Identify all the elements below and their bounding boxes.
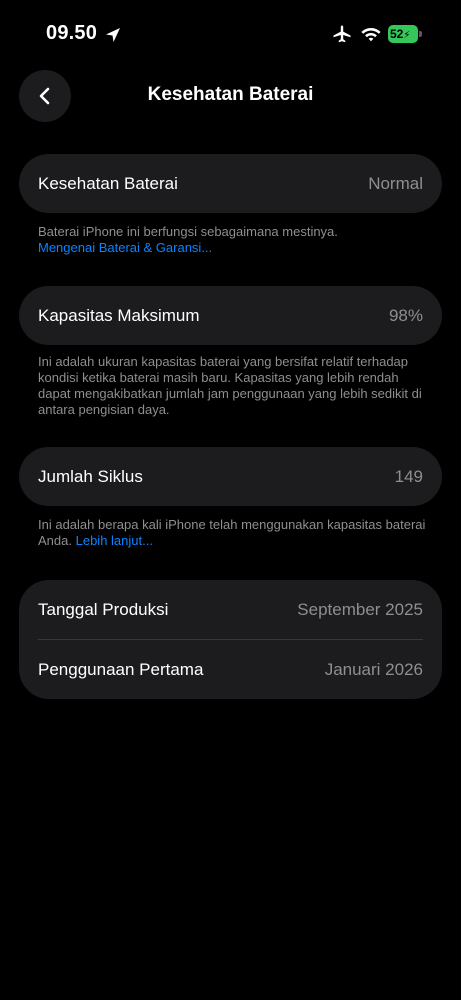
- first-use-value: Januari 2026: [324, 659, 423, 679]
- manufacture-date-label: Tanggal Produksi: [38, 599, 169, 619]
- battery-cap: [419, 31, 422, 37]
- battery-level: 52⚡: [388, 25, 418, 43]
- airplane-icon: [332, 24, 352, 44]
- location-arrow-icon: [104, 26, 122, 44]
- cycle-count-label: Jumlah Siklus: [38, 466, 143, 486]
- first-use-label: Penggunaan Pertama: [38, 659, 204, 679]
- status-bar: 09.50 52⚡: [0, 0, 461, 70]
- battery-health-row[interactable]: Kesehatan Baterai Normal: [19, 154, 442, 213]
- cycle-count-value: 149: [394, 466, 423, 486]
- battery-health-footnote: Baterai iPhone ini berfungsi sebagaimana…: [38, 224, 428, 256]
- battery-health-value: Normal: [368, 173, 423, 193]
- battery-health-card[interactable]: Kesehatan Baterai Normal: [19, 154, 442, 213]
- learn-more-link[interactable]: Lebih lanjut...: [76, 533, 153, 548]
- manufacture-date-row: Tanggal Produksi September 2025: [19, 580, 442, 639]
- battery-warranty-link[interactable]: Mengenai Baterai & Garansi...: [38, 240, 428, 256]
- status-time: 09.50: [46, 22, 98, 44]
- cycle-count-row: Jumlah Siklus 149: [19, 447, 442, 506]
- first-use-row: Penggunaan Pertama Januari 2026: [19, 640, 442, 699]
- maximum-capacity-row: Kapasitas Maksimum 98%: [19, 286, 442, 345]
- battery-health-label: Kesehatan Baterai: [38, 173, 178, 193]
- maximum-capacity-value: 98%: [388, 305, 423, 325]
- page-title: Kesehatan Baterai: [147, 84, 314, 105]
- battery-dates-card: Tanggal Produksi September 2025 Pengguna…: [19, 580, 442, 699]
- cycle-count-footnote: Ini adalah berapa kali iPhone telah meng…: [38, 517, 428, 549]
- wifi-icon: [360, 25, 382, 43]
- maximum-capacity-label: Kapasitas Maksimum: [38, 305, 200, 325]
- cycle-count-card: Jumlah Siklus 149: [19, 447, 442, 506]
- maximum-capacity-card: Kapasitas Maksimum 98%: [19, 286, 442, 345]
- manufacture-date-value: September 2025: [297, 599, 423, 619]
- battery-icon: 52⚡: [388, 25, 422, 43]
- battery-health-description: Baterai iPhone ini berfungsi sebagaimana…: [38, 224, 338, 239]
- maximum-capacity-footnote: Ini adalah ukuran kapasitas baterai yang…: [38, 354, 422, 417]
